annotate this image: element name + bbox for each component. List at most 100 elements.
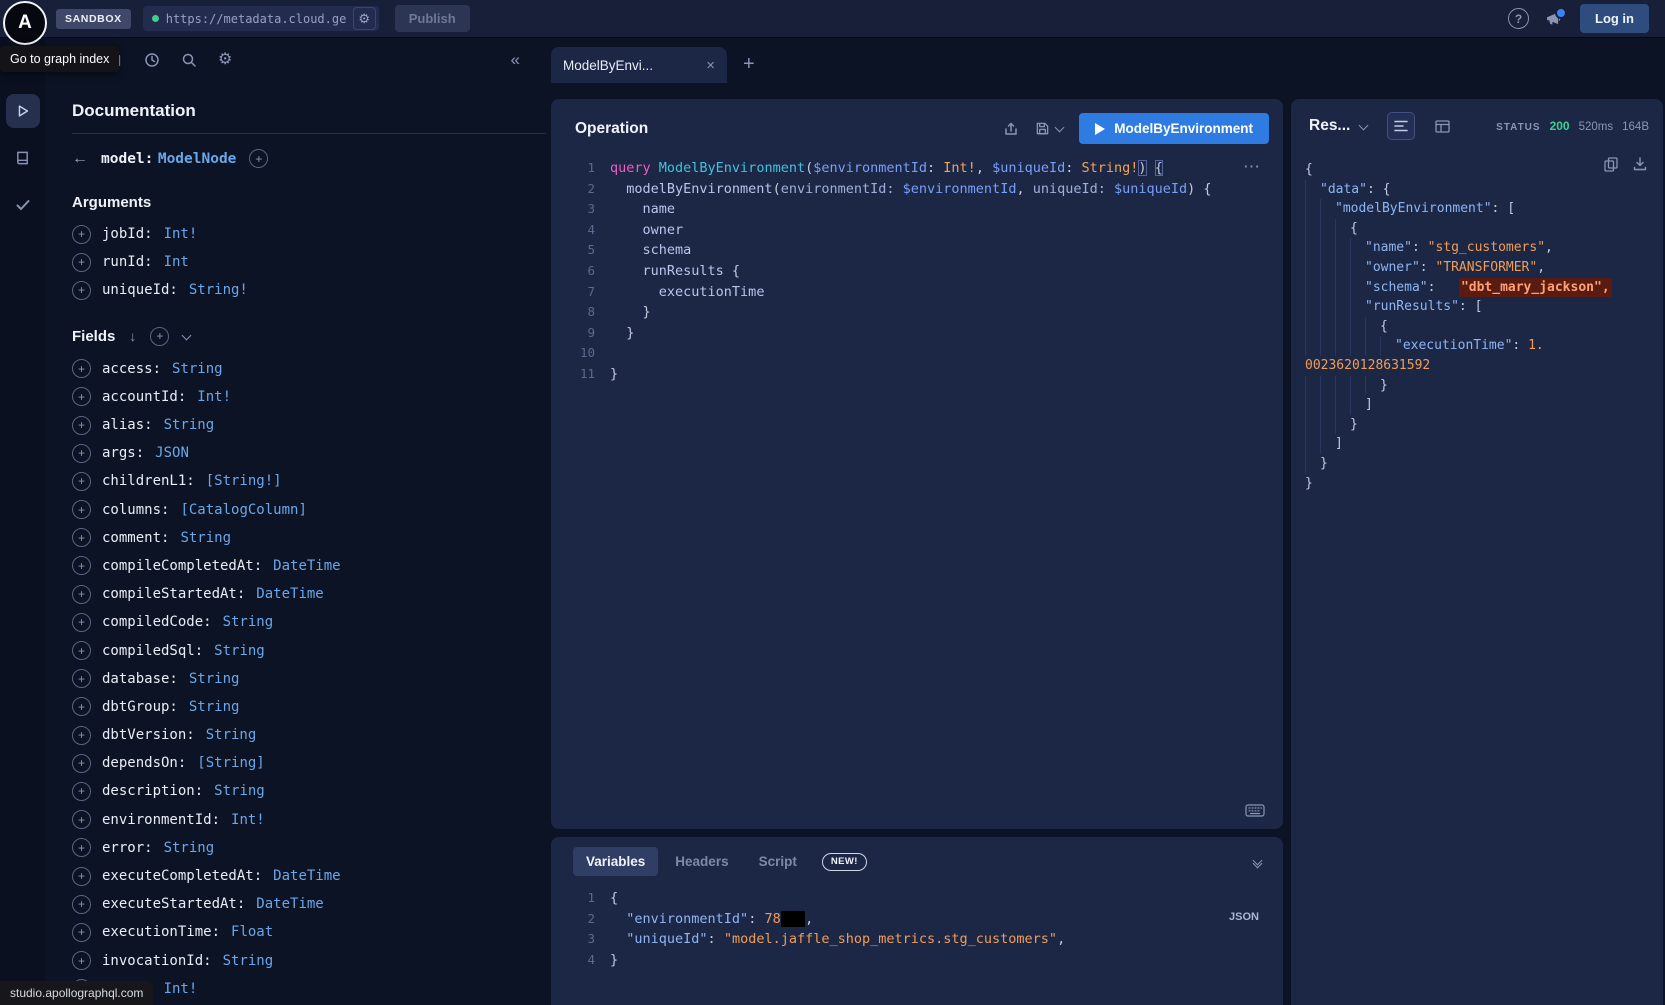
overflow-menu-icon[interactable]: ⋯ xyxy=(1243,157,1261,177)
add-to-query-icon[interactable]: + xyxy=(72,281,91,300)
doc-field-type[interactable]: String xyxy=(206,727,257,743)
add-to-query-icon[interactable]: + xyxy=(72,472,91,491)
field-row[interactable]: +childrenL1:[String!] xyxy=(72,467,546,495)
field-row[interactable]: +compileStartedAt:DateTime xyxy=(72,580,546,608)
argument-row[interactable]: +uniqueId:String! xyxy=(72,276,546,304)
add-to-query-icon[interactable]: + xyxy=(72,359,91,378)
schema-button[interactable] xyxy=(6,141,40,175)
add-to-query-icon[interactable]: + xyxy=(72,697,91,716)
doc-field-type[interactable]: DateTime xyxy=(256,896,323,912)
add-to-query-icon[interactable]: + xyxy=(72,726,91,745)
doc-field-type[interactable]: JSON xyxy=(155,445,189,461)
add-to-query-icon[interactable]: + xyxy=(72,253,91,272)
field-row[interactable]: +dependsOn:[String] xyxy=(72,749,546,777)
add-to-query-icon[interactable]: + xyxy=(72,951,91,970)
tab-headers[interactable]: Headers xyxy=(662,847,741,876)
endpoint-url-text[interactable]: https://metadata.cloud.get xyxy=(166,12,346,26)
field-row[interactable]: +environmentId:Int! xyxy=(72,806,546,834)
add-to-query-icon[interactable]: + xyxy=(72,923,91,942)
doc-field-type[interactable]: [String!] xyxy=(206,473,282,489)
doc-field-type[interactable]: String xyxy=(180,530,231,546)
save-icon[interactable] xyxy=(1035,121,1063,136)
field-row[interactable]: +accountId:Int! xyxy=(72,383,546,411)
field-row[interactable]: +comment:String xyxy=(72,524,546,552)
collapse-variables-icon[interactable] xyxy=(1254,859,1261,865)
code-line[interactable]: 6 runResults { xyxy=(551,261,1283,282)
code-line[interactable]: 1{ xyxy=(551,888,1283,909)
argument-row[interactable]: +jobId:Int! xyxy=(72,220,546,248)
field-row[interactable]: +dbtGroup:String xyxy=(72,693,546,721)
code-line[interactable]: 2 modelByEnvironment(environmentId: $env… xyxy=(551,179,1283,200)
add-to-query-icon[interactable]: + xyxy=(72,528,91,547)
doc-field-type[interactable]: String xyxy=(214,783,265,799)
doc-field-type[interactable]: Float xyxy=(231,924,273,940)
copy-response-icon[interactable] xyxy=(1604,157,1618,172)
field-row[interactable]: +description:String xyxy=(72,777,546,805)
add-to-query-icon[interactable]: + xyxy=(72,782,91,801)
doc-field-type[interactable]: String xyxy=(189,671,240,687)
doc-field-type[interactable]: String xyxy=(172,361,223,377)
connection-settings-icon[interactable]: ⚙ xyxy=(353,7,376,30)
add-to-query-icon[interactable]: + xyxy=(72,669,91,688)
add-to-query-icon[interactable]: + xyxy=(72,895,91,914)
doc-field-type[interactable]: [String] xyxy=(197,755,264,771)
add-to-query-icon[interactable]: + xyxy=(72,225,91,244)
doc-field-type[interactable]: Int! xyxy=(164,226,198,242)
announcements-icon[interactable] xyxy=(1546,11,1563,26)
login-button[interactable]: Log in xyxy=(1580,4,1649,33)
add-to-query-icon[interactable]: + xyxy=(72,838,91,857)
chevron-down-icon[interactable] xyxy=(182,330,192,340)
explorer-button[interactable] xyxy=(6,94,40,128)
endpoint-url-input[interactable]: https://metadata.cloud.get ⚙ xyxy=(143,6,379,31)
field-row[interactable]: +compiledSql:String xyxy=(72,636,546,664)
add-to-query-icon[interactable]: + xyxy=(72,641,91,660)
breadcrumb-type[interactable]: ModelNode xyxy=(158,151,237,167)
doc-field-type[interactable]: [CatalogColumn] xyxy=(180,502,306,518)
field-row[interactable]: +access:String xyxy=(72,355,546,383)
code-line[interactable]: 10 xyxy=(551,343,1283,364)
add-to-query-icon[interactable]: + xyxy=(72,867,91,886)
code-line[interactable]: 8 } xyxy=(551,302,1283,323)
argument-row[interactable]: +runId:Int xyxy=(72,248,546,276)
tab-script[interactable]: Script xyxy=(746,847,810,876)
keyboard-shortcuts-icon[interactable] xyxy=(1245,804,1265,817)
collapse-docs-icon[interactable]: « xyxy=(511,50,520,70)
add-type-icon[interactable]: + xyxy=(249,149,268,168)
save-dropdown-icon[interactable] xyxy=(1055,123,1065,133)
field-row[interactable]: +dbtVersion:String xyxy=(72,721,546,749)
add-to-query-icon[interactable]: + xyxy=(72,416,91,435)
history-icon[interactable] xyxy=(144,52,160,68)
add-all-fields-icon[interactable]: + xyxy=(150,327,169,346)
field-row[interactable]: +args:JSON xyxy=(72,439,546,467)
doc-field-type[interactable]: DateTime xyxy=(273,868,340,884)
doc-field-type[interactable]: String xyxy=(214,643,265,659)
add-to-query-icon[interactable]: + xyxy=(72,810,91,829)
code-line[interactable]: 3 "uniqueId": "model.jaffle_shop_metrics… xyxy=(551,929,1283,950)
search-icon[interactable] xyxy=(181,52,197,68)
response-dropdown-icon[interactable] xyxy=(1359,120,1369,130)
add-to-query-icon[interactable]: + xyxy=(72,387,91,406)
share-icon[interactable] xyxy=(1003,121,1019,137)
doc-field-type[interactable]: DateTime xyxy=(256,586,323,602)
doc-field-type[interactable]: Int xyxy=(164,254,189,270)
close-tab-icon[interactable]: × xyxy=(706,57,715,74)
field-row[interactable]: +alias:String xyxy=(72,411,546,439)
add-to-query-icon[interactable]: + xyxy=(72,556,91,575)
add-to-query-icon[interactable]: + xyxy=(72,585,91,604)
doc-field-type[interactable]: Int! xyxy=(197,389,231,405)
code-line[interactable]: 2 "environmentId": 78000, xyxy=(551,909,1283,930)
code-line[interactable]: 4 owner xyxy=(551,220,1283,241)
code-line[interactable]: 4} xyxy=(551,950,1283,971)
code-line[interactable]: 3 name xyxy=(551,199,1283,220)
field-row[interactable]: +columns:[CatalogColumn] xyxy=(72,496,546,524)
field-row[interactable]: +executionTime:Float xyxy=(72,918,546,946)
doc-field-type[interactable]: String xyxy=(223,953,274,969)
help-icon[interactable]: ? xyxy=(1508,8,1529,29)
code-line[interactable]: 7 executionTime xyxy=(551,282,1283,303)
new-tab-icon[interactable]: + xyxy=(743,53,755,76)
code-line[interactable]: 11} xyxy=(551,364,1283,385)
operation-tab[interactable]: ModelByEnvi... × xyxy=(551,47,727,83)
response-title[interactable]: Res... xyxy=(1309,117,1350,135)
run-operation-button[interactable]: ModelByEnvironment xyxy=(1079,113,1269,144)
download-response-icon[interactable] xyxy=(1633,157,1647,172)
